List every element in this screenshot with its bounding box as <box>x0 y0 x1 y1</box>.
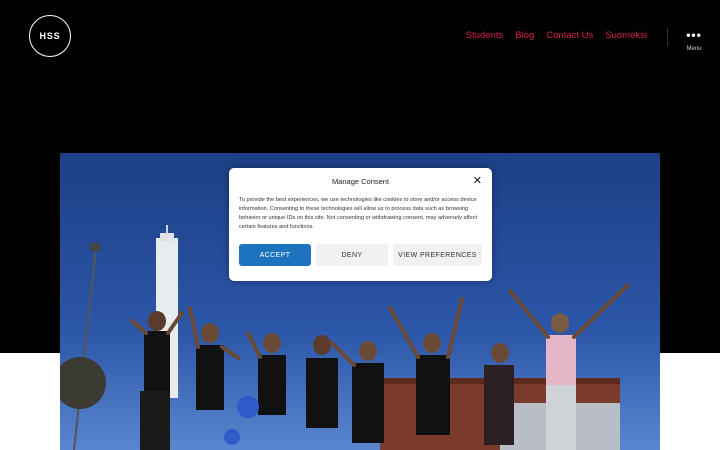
accept-button[interactable]: ACCEPT <box>239 244 311 266</box>
menu-label: Menu <box>686 46 702 52</box>
consent-buttons: ACCEPT DENY VIEW PREFERENCES <box>239 244 482 266</box>
consent-title: Manage Consent <box>331 177 390 186</box>
view-preferences-button[interactable]: VIEW PREFERENCES <box>393 244 482 266</box>
site-logo[interactable]: HSS <box>29 15 71 57</box>
menu-button[interactable]: ••• Menu <box>680 28 708 52</box>
close-icon[interactable]: ✕ <box>473 174 482 187</box>
nav-link-students[interactable]: Students <box>466 30 504 41</box>
consent-body-text: To provide the best experiences, we use … <box>239 197 478 230</box>
primary-nav: Students Blog Contact Us Suomeksi <box>466 30 647 41</box>
cookie-consent-dialog: Manage Consent ✕ To provide the best exp… <box>229 168 492 281</box>
nav-link-blog[interactable]: Blog <box>515 30 534 41</box>
nav-divider <box>667 28 668 46</box>
nav-link-suomeksi[interactable]: Suomeksi <box>605 30 647 41</box>
deny-button[interactable]: DENY <box>316 244 388 266</box>
more-dots-icon: ••• <box>686 28 702 42</box>
nav-link-contact-us[interactable]: Contact Us <box>546 30 593 41</box>
